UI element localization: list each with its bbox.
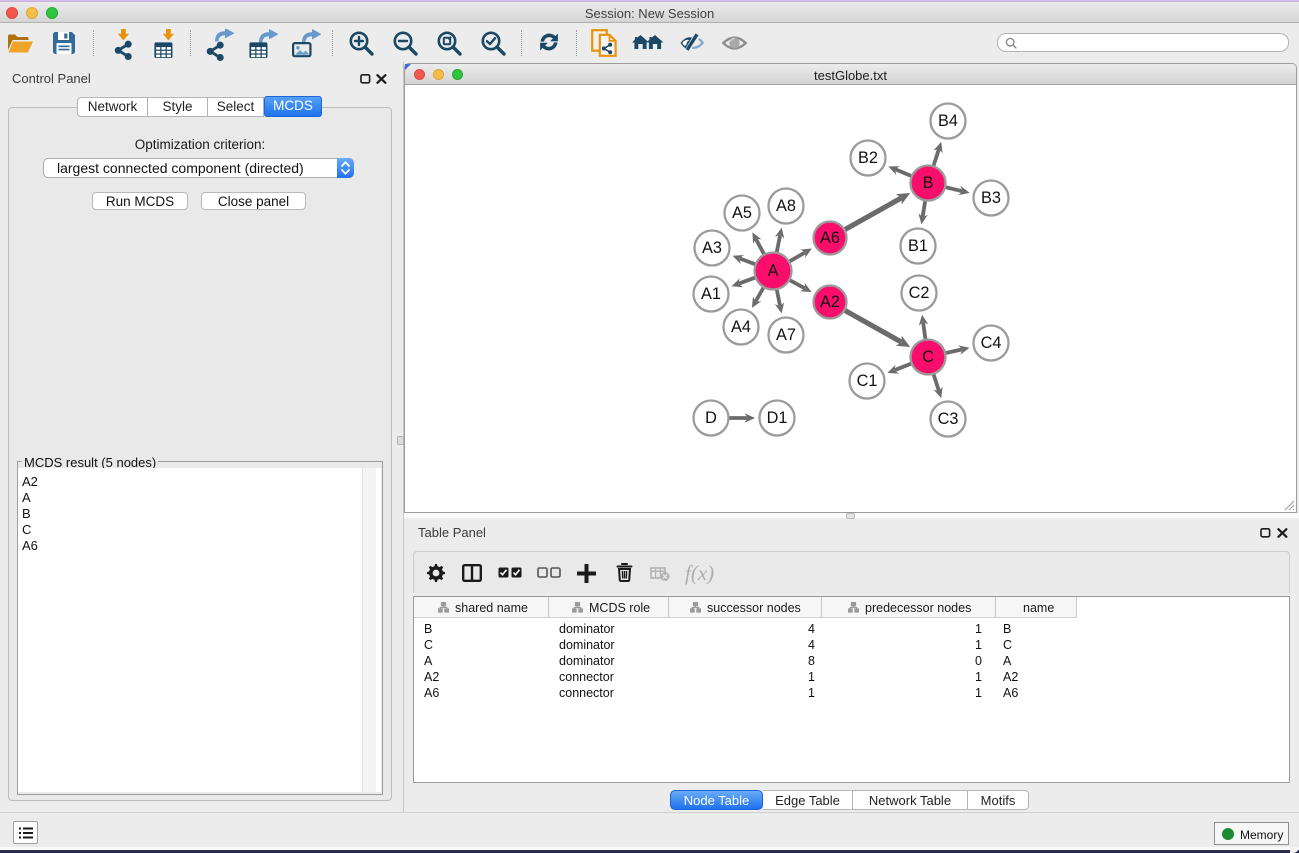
- svg-text:A8: A8: [776, 197, 796, 215]
- svg-text:B1: B1: [908, 237, 928, 255]
- svg-text:A: A: [768, 262, 779, 280]
- svg-text:B2: B2: [858, 149, 878, 167]
- svg-text:A7: A7: [776, 326, 796, 344]
- svg-text:B: B: [923, 174, 934, 192]
- svg-text:B4: B4: [938, 112, 958, 130]
- svg-text:A5: A5: [732, 204, 752, 222]
- svg-text:A3: A3: [702, 239, 722, 257]
- svg-text:C1: C1: [857, 372, 878, 390]
- svg-text:C2: C2: [909, 284, 930, 302]
- svg-text:D: D: [705, 409, 717, 427]
- svg-text:A1: A1: [701, 285, 721, 303]
- svg-text:C4: C4: [981, 334, 1002, 352]
- svg-text:A6: A6: [820, 229, 840, 247]
- svg-text:C: C: [922, 348, 934, 366]
- svg-text:A2: A2: [820, 293, 840, 311]
- svg-text:D1: D1: [767, 409, 788, 427]
- svg-text:A4: A4: [731, 318, 751, 336]
- svg-text:C3: C3: [938, 410, 959, 428]
- svg-text:B3: B3: [981, 189, 1001, 207]
